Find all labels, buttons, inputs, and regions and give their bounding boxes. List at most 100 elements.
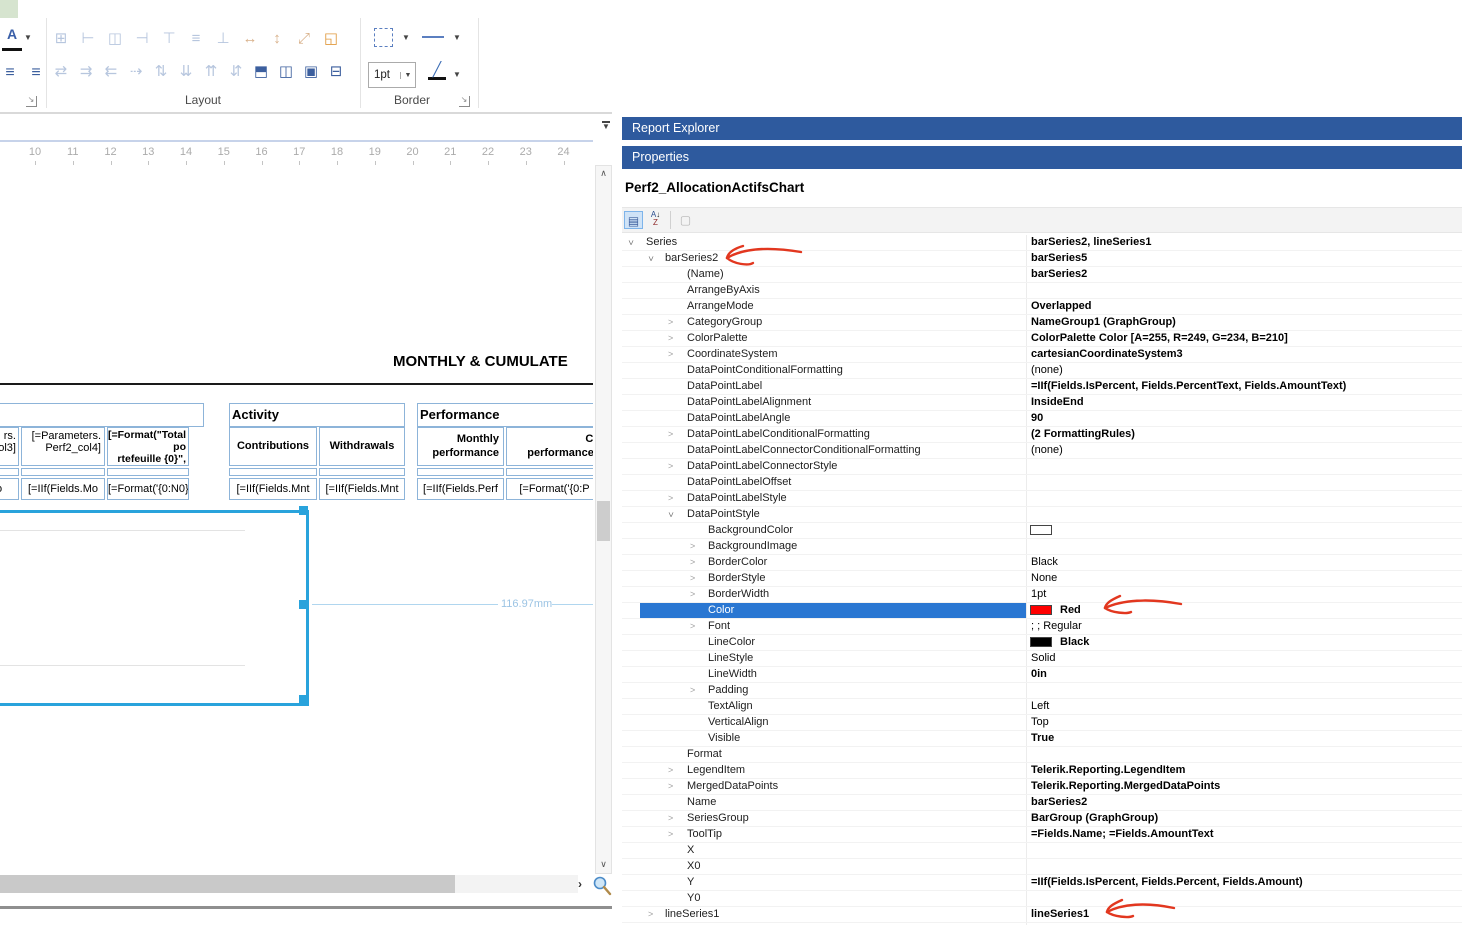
make-same-height-icon[interactable]: ↕ [266, 28, 288, 50]
property-value[interactable]: Solid [1031, 651, 1055, 666]
monthly-performance-header-cell[interactable]: Monthly performance [417, 427, 504, 466]
designer-pane-pin-icon[interactable]: ▼ [602, 121, 610, 131]
properties-header[interactable]: Properties [622, 146, 1462, 169]
align-rights-icon[interactable]: ⊣ [131, 28, 153, 50]
border-select-icon[interactable] [374, 28, 393, 47]
property-row-datapointlabelalignment[interactable]: DataPointLabelAlignment InsideEnd [622, 395, 1462, 411]
property-value[interactable]: BarGroup (GraphGroup) [1031, 811, 1158, 826]
border-width-caret[interactable]: ▼ [400, 71, 415, 79]
expand-arrow-icon[interactable]: > [668, 459, 673, 474]
property-value[interactable]: 1pt [1031, 587, 1046, 602]
property-value[interactable]: NameGroup1 (GraphGroup) [1031, 315, 1176, 330]
left-table-header-cell-3[interactable]: [=Format("Total po rtefeuille {0}", Para… [107, 427, 189, 466]
border-line-style-caret[interactable]: ▼ [453, 33, 461, 42]
property-value[interactable]: 90 [1031, 411, 1043, 426]
left-table-data-cell-3[interactable]: [=Format('{0:N0}', (F [107, 478, 189, 500]
property-value[interactable]: =IIf(Fields.IsPercent, Fields.Percent, F… [1031, 875, 1303, 890]
selection-handle-mid-right[interactable] [299, 600, 308, 609]
property-value[interactable]: Top [1031, 715, 1049, 730]
performance-spacer-cell[interactable] [506, 468, 593, 476]
collapse-arrow-icon[interactable]: > [663, 512, 678, 517]
expand-arrow-icon[interactable]: > [690, 619, 695, 634]
align-lefts-icon[interactable]: ⊢ [77, 28, 99, 50]
property-row-padding[interactable]: > Padding [622, 683, 1462, 699]
property-row-borderwidth[interactable]: > BorderWidth 1pt [622, 587, 1462, 603]
property-row-arrangemode[interactable]: ArrangeMode Overlapped [622, 299, 1462, 315]
property-value[interactable]: Left [1031, 699, 1049, 714]
zoom-tool-icon[interactable] [591, 874, 613, 896]
property-value[interactable]: =IIf(Fields.IsPercent, Fields.PercentTex… [1031, 379, 1346, 394]
send-to-back-icon[interactable]: ⊟ [325, 61, 347, 83]
property-row-legenditem[interactable]: > LegendItem Telerik.Reporting.LegendItem [622, 763, 1462, 779]
property-value[interactable]: Telerik.Reporting.MergedDataPoints [1031, 779, 1220, 794]
property-row-datapointlabelangle[interactable]: DataPointLabelAngle 90 [622, 411, 1462, 427]
border-select-caret[interactable]: ▼ [402, 33, 410, 42]
size-to-grid-icon[interactable]: ◱ [320, 28, 342, 50]
expand-arrow-icon[interactable]: > [690, 571, 695, 586]
property-value[interactable]: lineSeries1 [1031, 907, 1089, 922]
property-row-mergeddatapoints[interactable]: > MergedDataPoints Telerik.Reporting.Merge… [622, 779, 1462, 795]
property-value[interactable]: ; ; Regular [1031, 619, 1082, 634]
scroll-right-arrow[interactable]: › [578, 877, 582, 891]
alphabetical-sort-icon[interactable]: A↓ Z [646, 211, 665, 229]
property-value[interactable]: InsideEnd [1031, 395, 1084, 410]
font-color-dropdown-caret[interactable]: ▼ [24, 33, 32, 42]
text-group-dialog-launcher[interactable]: ↘ [26, 96, 37, 107]
expand-arrow-icon[interactable]: > [668, 763, 673, 778]
left-table-data-cell-1[interactable]: Mo [0, 478, 19, 500]
horizontal-scroll-thumb[interactable] [0, 875, 455, 893]
collapse-arrow-icon[interactable]: > [643, 256, 658, 261]
increase-vertical-spacing-icon[interactable]: ⇊ [175, 61, 197, 83]
expand-arrow-icon[interactable]: > [668, 331, 673, 346]
property-value[interactable]: =Fields.Name; =Fields.AmountText [1031, 827, 1214, 842]
property-row-font[interactable]: > Font ; ; Regular [622, 619, 1462, 635]
property-row-linestyle[interactable]: LineStyle Solid [622, 651, 1462, 667]
property-value[interactable]: barSeries2 [1031, 795, 1087, 810]
property-row-datapointlabelstyle[interactable]: > DataPointLabelStyle [622, 491, 1462, 507]
property-value[interactable]: None [1031, 571, 1057, 586]
center-in-window-icon[interactable]: ◫ [275, 61, 297, 83]
property-row-lineseries1[interactable]: > lineSeries1 lineSeries1 [622, 907, 1462, 923]
property-row-datapointlabel[interactable]: DataPointLabel =IIf(Fields.IsPercent, Fie… [622, 379, 1462, 395]
property-row-categorygroup[interactable]: > CategoryGroup NameGroup1 (GraphGroup) [622, 315, 1462, 331]
property-row-bordercolor[interactable]: > BorderColor Black [622, 555, 1462, 571]
property-value[interactable]: Red [1060, 603, 1081, 618]
property-row-coordinatesystem[interactable]: > CoordinateSystem cartesianCoordinateSyst… [622, 347, 1462, 363]
withdrawals-header-cell[interactable]: Withdrawals [319, 427, 405, 466]
decrease-vertical-spacing-icon[interactable]: ⇈ [200, 61, 222, 83]
property-row-seriesgroup[interactable]: > SeriesGroup BarGroup (GraphGroup) [622, 811, 1462, 827]
align-bottoms-icon[interactable]: ⊥ [212, 28, 234, 50]
property-value[interactable]: barSeries2, lineSeries1 [1031, 235, 1151, 250]
left-table-header-cell-2[interactable]: [=Parameters. Perf2_col4] [21, 427, 105, 466]
make-same-size-icon[interactable]: ⤢ [293, 28, 315, 50]
property-value[interactable]: 0in [1031, 667, 1047, 682]
property-row-series[interactable]: > Series barSeries2, lineSeries1 [622, 235, 1462, 251]
selection-handle-top-right[interactable] [299, 506, 308, 515]
property-value[interactable]: Telerik.Reporting.LegendItem [1031, 763, 1185, 778]
design-horizontal-scrollbar[interactable] [0, 875, 578, 893]
equal-horizontal-spacing-icon[interactable]: ⇄ [50, 61, 72, 83]
categorized-view-icon[interactable]: ▤ [624, 211, 643, 229]
expand-arrow-icon[interactable]: > [648, 907, 653, 922]
contributions-data-cell[interactable]: [=IIf(Fields.Mnt [229, 478, 317, 500]
align-top-in-window-icon[interactable]: ⬒ [250, 61, 272, 83]
property-value[interactable]: (none) [1031, 443, 1063, 458]
property-row-colorpalette[interactable]: > ColorPalette ColorPalette Color [A=255, … [622, 331, 1462, 347]
withdrawals-data-cell[interactable]: [=IIf(Fields.Mnt [319, 478, 405, 500]
performance-group-header[interactable]: Performance [417, 403, 593, 427]
property-value[interactable]: True [1031, 731, 1054, 746]
border-pen-color-icon[interactable]: ╱ [428, 62, 446, 80]
property-row-format[interactable]: Format [622, 747, 1462, 763]
property-row-linecolor[interactable]: LineColor Black [622, 635, 1462, 651]
left-table-group-header[interactable] [0, 403, 204, 427]
property-row-verticalalign[interactable]: VerticalAlign Top [622, 715, 1462, 731]
border-width-combobox[interactable]: 1pt ▼ [368, 62, 416, 88]
expand-arrow-icon[interactable]: > [668, 347, 673, 362]
property-row-color[interactable]: Color Red [622, 603, 1462, 619]
expand-arrow-icon[interactable]: > [690, 539, 695, 554]
expand-arrow-icon[interactable]: > [668, 779, 673, 794]
selection-handle-bottom-right[interactable] [299, 695, 308, 704]
justify-left-icon[interactable]: ≡ [0, 62, 20, 84]
justify-icon[interactable]: ≡ [26, 62, 46, 84]
border-group-dialog-launcher[interactable]: ↘ [459, 96, 470, 107]
